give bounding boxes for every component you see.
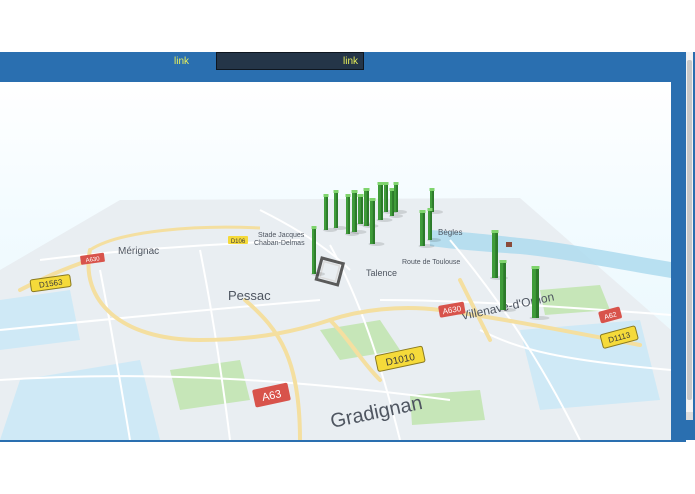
data-column-top <box>429 188 435 191</box>
data-column-top <box>351 190 358 193</box>
map-3d-viewport[interactable]: Mérignac Stade Jacques Chaban-Delmas Pes… <box>0 82 671 440</box>
nav-link-box[interactable]: link <box>216 52 364 70</box>
data-column-shade <box>380 184 383 220</box>
label-talence: Talence <box>366 268 397 278</box>
location-pin-icon[interactable] <box>506 242 512 247</box>
label-pessac: Pessac <box>228 288 271 303</box>
data-column-shade <box>360 196 363 224</box>
data-column-top <box>389 188 395 191</box>
data-column-shade <box>495 232 498 278</box>
svg-text:D106: D106 <box>231 239 246 245</box>
data-column-top <box>419 210 426 213</box>
data-column-top <box>383 182 389 185</box>
data-column-shade <box>503 262 506 310</box>
data-column-top <box>369 198 376 201</box>
scrollbar-thumb[interactable] <box>687 60 692 400</box>
data-column-top <box>491 230 499 233</box>
data-column-shade <box>314 228 316 274</box>
label-begles: Bègles <box>438 228 462 237</box>
data-column-top <box>363 188 370 191</box>
data-column-top <box>345 194 351 197</box>
data-column-shade <box>386 184 388 212</box>
data-column-top <box>333 190 339 193</box>
shield-d106: D106 <box>228 236 248 245</box>
data-column-top <box>357 194 364 197</box>
data-column-top <box>393 182 399 185</box>
data-column-shade <box>430 210 432 240</box>
data-column-top <box>427 208 433 211</box>
top-blank-area <box>0 0 695 52</box>
label-stade-1: Stade Jacques <box>258 232 305 239</box>
label-route: Route de Toulouse <box>402 259 460 266</box>
data-column-top <box>499 260 507 263</box>
bottom-frame <box>0 440 686 442</box>
label-merignac: Mérignac <box>118 246 159 257</box>
data-column-shade <box>422 212 425 246</box>
nav-link-2[interactable]: link <box>343 56 358 67</box>
data-column-shade <box>396 184 398 212</box>
top-navbar: link link <box>0 52 695 82</box>
data-column-shade <box>354 192 357 232</box>
data-column-shade <box>326 196 328 230</box>
label-stade-2: Chaban-Delmas <box>254 240 305 247</box>
data-column-shade <box>366 190 369 226</box>
map-canvas[interactable]: Mérignac Stade Jacques Chaban-Delmas Pes… <box>0 82 671 440</box>
data-column-shade <box>535 268 539 318</box>
data-column-top <box>377 182 384 185</box>
data-column-top <box>311 226 317 229</box>
scroll-down-arrow-icon[interactable] <box>686 412 693 420</box>
nav-link-1[interactable]: link <box>174 56 189 67</box>
data-column-shade <box>372 200 375 244</box>
data-column-shade <box>336 192 338 228</box>
data-column-top <box>531 266 540 269</box>
data-column-shade <box>348 196 350 234</box>
data-column-top <box>323 194 329 197</box>
